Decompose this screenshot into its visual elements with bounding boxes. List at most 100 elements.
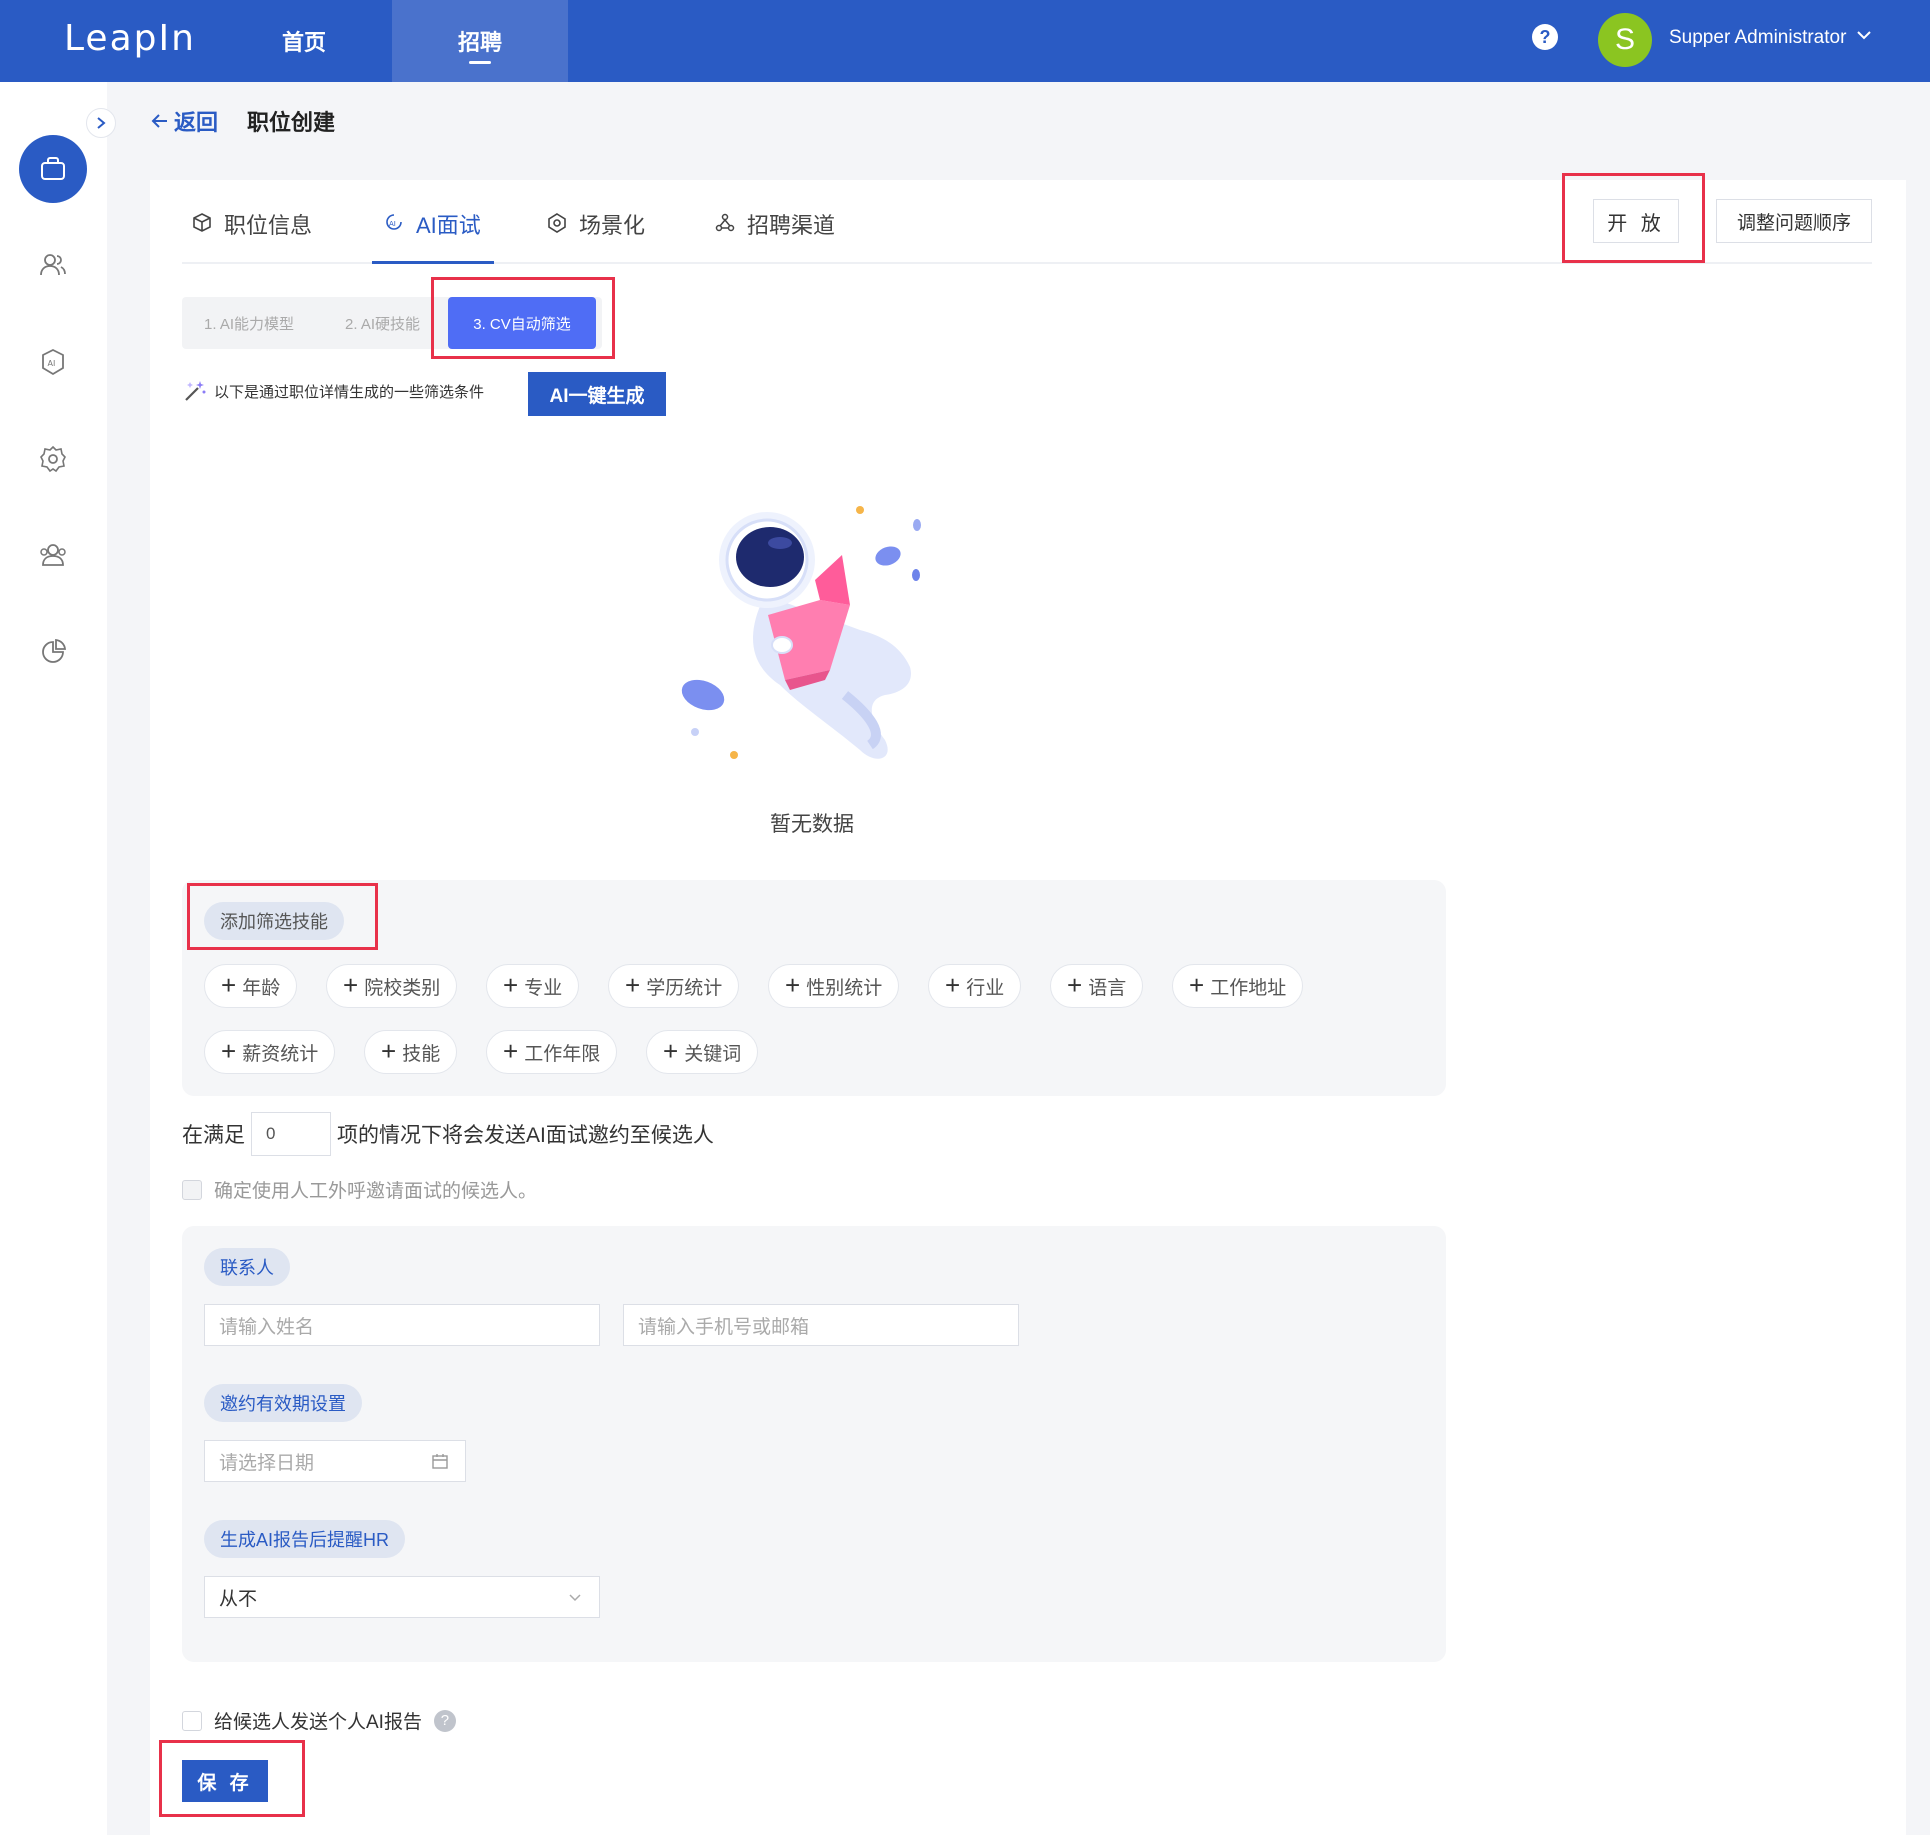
condition-line: 在满足 0 项的情况下将会发送AI面试邀约至候选人 xyxy=(182,1112,714,1156)
ai-hint: 以下是通过职位详情生成的一些筛选条件 xyxy=(182,378,484,404)
chip-label: 性别统计 xyxy=(806,977,883,999)
skill-chip-age[interactable]: + 年龄 xyxy=(204,964,298,1008)
skill-chip-salary[interactable]: + 薪资统计 xyxy=(204,1030,336,1074)
plus-icon: + xyxy=(221,969,237,1000)
save-button[interactable]: 保 存 xyxy=(182,1760,268,1802)
sidebar-toggle-button[interactable] xyxy=(86,108,116,138)
skill-chip-work-years[interactable]: + 工作年限 xyxy=(486,1030,618,1074)
pie-chart-icon xyxy=(42,639,66,663)
chip-label: 工作年限 xyxy=(524,1043,601,1065)
open-button[interactable]: 开 放 xyxy=(1593,199,1679,243)
remind-hr-select[interactable]: 从不 xyxy=(204,1576,600,1618)
chevron-down-icon[interactable] xyxy=(1855,26,1873,44)
sidebar-item-candidates[interactable] xyxy=(38,250,68,280)
tab-job-info[interactable]: 职位信息 xyxy=(192,208,312,264)
send-report-label: 给候选人发送个人AI报告 xyxy=(214,1712,422,1733)
condition-count-input[interactable]: 0 xyxy=(251,1112,331,1156)
chip-label: 院校类别 xyxy=(364,977,441,999)
manual-call-checkbox[interactable] xyxy=(182,1179,202,1200)
avatar[interactable]: S xyxy=(1598,13,1652,67)
tab-label: 职位信息 xyxy=(224,213,313,238)
username[interactable]: Supper Administrator xyxy=(1669,27,1846,49)
skill-chip-school-type[interactable]: + 院校类别 xyxy=(326,964,458,1008)
ai-interview-icon: AI xyxy=(386,214,402,230)
condition-suffix: 项的情况下将会发送AI面试邀约至候选人 xyxy=(337,1124,714,1147)
plus-icon: + xyxy=(945,969,961,1000)
sidebar-item-jobs[interactable] xyxy=(19,135,87,203)
filter-skills-panel: 添加筛选技能 + 年龄 + 院校类别 + 专业 + 学历统计 + 性别统计 + 行业 + 语言… xyxy=(182,880,1446,1096)
ai-hint-text: 以下是通过职位详情生成的一些筛选条件 xyxy=(214,383,485,401)
chip-label: 年龄 xyxy=(242,977,281,999)
skill-chip-major[interactable]: + 专业 xyxy=(486,964,580,1008)
users-icon xyxy=(40,254,66,276)
top-bar: LeapIn 首页 招聘 ? S Supper Administrator xyxy=(0,0,1930,82)
sidebar-item-team[interactable] xyxy=(38,540,68,570)
sidebar-item-analytics[interactable] xyxy=(38,637,68,667)
plus-icon: + xyxy=(221,1035,237,1066)
chip-label: 薪资统计 xyxy=(242,1043,319,1065)
date-placeholder: 请选择日期 xyxy=(219,1452,315,1474)
skill-chip-industry[interactable]: + 行业 xyxy=(928,964,1022,1008)
skill-chip-language[interactable]: + 语言 xyxy=(1050,964,1144,1008)
nav-home[interactable]: 首页 xyxy=(216,0,392,82)
plus-icon: + xyxy=(663,1035,679,1066)
condition-prefix: 在满足 xyxy=(182,1124,245,1147)
reorder-questions-button[interactable]: 调整问题顺序 xyxy=(1716,199,1872,243)
step-ai-hard-skills[interactable]: 2. AI硬技能 xyxy=(345,313,420,334)
magic-wand-icon xyxy=(185,381,206,401)
tab-scenario[interactable]: 场景化 xyxy=(547,208,645,264)
astronaut-empty-illustration xyxy=(681,506,921,759)
ai-shield-icon: AI xyxy=(42,348,64,376)
manual-call-option[interactable]: 确定使用人工外呼邀请面试的候选人。 xyxy=(182,1176,537,1203)
help-icon[interactable]: ? xyxy=(1532,24,1558,50)
skill-chip-keywords[interactable]: + 关键词 xyxy=(646,1030,759,1074)
step-ai-model[interactable]: 1. AI能力模型 xyxy=(204,313,294,334)
plus-icon: + xyxy=(503,969,519,1000)
chevron-right-icon xyxy=(97,117,106,129)
step-cv-screening[interactable]: 3. CV自动筛选 xyxy=(448,297,596,349)
calendar-icon xyxy=(432,1454,448,1469)
skill-chip-work-address[interactable]: + 工作地址 xyxy=(1172,964,1304,1008)
scene-icon xyxy=(548,213,566,233)
nav-recruit[interactable]: 招聘 xyxy=(392,0,568,82)
nav-recruit-label: 招聘 xyxy=(457,30,502,55)
chip-label: 关键词 xyxy=(684,1043,742,1065)
chip-label: 学历统计 xyxy=(646,977,723,999)
tab-label: AI面试 xyxy=(416,213,481,238)
contact-name-input[interactable]: 请输入姓名 xyxy=(204,1304,600,1346)
sidebar xyxy=(0,82,107,1835)
chip-label: 语言 xyxy=(1088,977,1127,999)
nav-active-indicator xyxy=(469,61,491,64)
svg-text:AI: AI xyxy=(48,359,56,368)
back-label: 返回 xyxy=(174,110,219,135)
sidebar-item-settings[interactable] xyxy=(38,444,68,474)
remind-hr-value: 从不 xyxy=(219,1588,258,1610)
gear-icon xyxy=(40,445,66,473)
sidebar-item-ai[interactable]: AI xyxy=(38,347,68,377)
contact-panel: 联系人 请输入姓名 请输入手机号或邮箱 邀约有效期设置 请选择日期 生成AI报告… xyxy=(182,1226,1446,1662)
manual-call-label: 确定使用人工外呼邀请面试的候选人。 xyxy=(214,1181,538,1202)
plus-icon: + xyxy=(1067,969,1083,1000)
skill-chip-gender[interactable]: + 性别统计 xyxy=(768,964,900,1008)
contact-phone-input[interactable]: 请输入手机号或邮箱 xyxy=(623,1304,1019,1346)
back-link[interactable]: 返回 xyxy=(150,105,218,137)
tab-ai-interview[interactable]: AI AI面试 xyxy=(372,208,494,264)
skill-chip-skills[interactable]: + 技能 xyxy=(364,1030,458,1074)
channel-icon xyxy=(715,213,735,232)
send-report-checkbox[interactable] xyxy=(182,1710,202,1731)
empty-state-text: 暂无数据 xyxy=(770,813,854,836)
plus-icon: + xyxy=(785,969,801,1000)
tab-channel[interactable]: 招聘渠道 xyxy=(715,208,835,264)
chip-label: 行业 xyxy=(966,977,1005,999)
send-report-option[interactable]: 给候选人发送个人AI报告 ? xyxy=(182,1707,456,1734)
validity-date-picker[interactable]: 请选择日期 xyxy=(204,1440,466,1482)
ai-generate-button[interactable]: AI一键生成 xyxy=(528,372,666,416)
validity-label: 邀约有效期设置 xyxy=(204,1384,362,1422)
cube-icon xyxy=(193,213,211,232)
plus-icon: + xyxy=(625,969,641,1000)
skill-chip-education[interactable]: + 学历统计 xyxy=(608,964,740,1008)
chip-label: 专业 xyxy=(524,977,563,999)
team-icon xyxy=(40,544,66,566)
help-icon[interactable]: ? xyxy=(433,1709,456,1732)
chip-label: 工作地址 xyxy=(1210,977,1287,999)
